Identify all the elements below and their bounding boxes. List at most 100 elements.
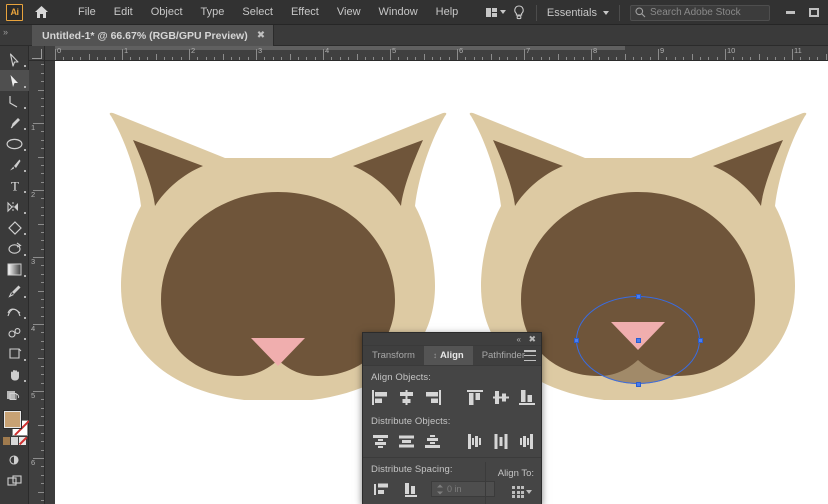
artboard-tool[interactable]	[0, 343, 29, 364]
ruler-subtick	[41, 441, 44, 443]
vertical-ruler[interactable]: 1234567	[29, 61, 45, 504]
lightbulb-icon[interactable]	[506, 0, 532, 25]
align-right-edges-button[interactable]	[421, 387, 444, 407]
document-tab-bar: » Untitled-1* @ 66.67% (RGB/GPU Preview)…	[0, 25, 828, 46]
ruler-subtick	[331, 57, 333, 60]
workspace-switcher[interactable]: Essentials	[541, 4, 615, 22]
search-input[interactable]: Search Adobe Stock	[630, 4, 770, 21]
panel-expand-icon[interactable]: »	[3, 27, 8, 37]
ruler-subtick	[41, 231, 44, 233]
paintbrush-tool[interactable]	[0, 154, 29, 175]
ruler-subtick	[306, 57, 308, 60]
align-vertical-center-button[interactable]	[489, 387, 512, 407]
ruler-label: 8	[593, 46, 598, 55]
menu-item-object[interactable]: Object	[142, 2, 192, 22]
distribute-vertical-bottom-button[interactable]	[421, 431, 444, 451]
close-icon[interactable]: ✖	[257, 30, 265, 41]
align-left-edges-button[interactable]	[369, 387, 392, 407]
ruler-label: 2	[191, 46, 196, 55]
distribute-vertical-center-button[interactable]	[395, 431, 418, 451]
tools-panel: T	[0, 46, 30, 504]
minimize-button[interactable]	[778, 4, 802, 22]
close-icon[interactable]: ✖	[528, 333, 536, 346]
screen-mode-toggle[interactable]	[0, 470, 29, 491]
ruler-subtick	[105, 57, 107, 60]
type-tool[interactable]: T	[0, 175, 29, 196]
illustrator-window: Ai File Edit Object Type Select Effect V…	[0, 0, 828, 504]
align-top-edges-button[interactable]	[463, 387, 486, 407]
tab-transform[interactable]: Transform	[363, 346, 424, 365]
ruler-subtick	[41, 198, 44, 200]
direct-selection-tool[interactable]	[0, 70, 29, 91]
ruler-subtick	[264, 57, 266, 60]
divider	[485, 462, 486, 504]
ruler-label: 11	[794, 46, 802, 55]
align-horizontal-center-button[interactable]	[395, 387, 418, 407]
eyedropper-tool[interactable]	[0, 280, 29, 301]
restore-button[interactable]	[802, 4, 826, 22]
ruler-subtick	[247, 57, 249, 60]
align-to-button[interactable]	[512, 486, 532, 498]
menu-item-effect[interactable]: Effect	[282, 2, 328, 22]
ruler-subtick	[41, 97, 44, 99]
distribute-horizontal-right-button[interactable]	[515, 431, 538, 451]
blend-tool[interactable]	[0, 301, 29, 322]
ruler-label: 1	[124, 46, 129, 55]
menu-item-select[interactable]: Select	[233, 2, 282, 22]
collapse-icon[interactable]: «	[517, 334, 522, 345]
ruler-subtick	[41, 466, 44, 468]
ruler-subtick	[41, 72, 44, 74]
panel-menu-icon[interactable]	[524, 350, 536, 361]
rotate-view-tool[interactable]	[0, 238, 29, 259]
ellipse-tool[interactable]	[0, 133, 29, 154]
ruler-subtick	[281, 57, 283, 60]
menu-item-view[interactable]: View	[328, 2, 370, 22]
drawing-mode-tool[interactable]	[0, 449, 29, 470]
pen-tool[interactable]	[0, 112, 29, 133]
panel-title-bar[interactable]: « ✖	[363, 333, 541, 346]
ruler-subtick	[41, 382, 44, 384]
gradient-tool[interactable]	[0, 259, 29, 280]
ruler-subtick	[88, 54, 90, 60]
distribute-horizontal-left-button[interactable]	[463, 431, 486, 451]
edit-toolbar-button[interactable]: •••	[0, 496, 29, 504]
selection-tool[interactable]	[0, 49, 29, 70]
distribute-horizontal-center-button[interactable]	[489, 431, 512, 451]
tab-pathfinder-label: Pathfinder	[481, 350, 525, 361]
ruler-subtick	[96, 57, 98, 60]
distribute-vertical-top-button[interactable]	[369, 431, 392, 451]
horizontal-ruler[interactable]: 0 1 2 3 4 5 6 7 8 9 10 11	[45, 46, 828, 61]
menu-item-file[interactable]: File	[69, 2, 105, 22]
ruler-origin-corner[interactable]	[29, 46, 45, 61]
ruler-subtick	[222, 54, 224, 60]
home-icon[interactable]	[29, 0, 53, 25]
align-panel[interactable]: « ✖ Transform ↕ Align Pathfinder Align O…	[362, 332, 542, 504]
ruler-subtick	[683, 57, 685, 60]
panel-tabs: Transform ↕ Align Pathfinder	[363, 346, 541, 366]
magic-wand-tool[interactable]	[0, 91, 29, 112]
menu-bar: Ai File Edit Object Type Select Effect V…	[0, 0, 828, 25]
ruler-subtick	[406, 57, 408, 60]
gradient-swatch[interactable]	[11, 437, 18, 445]
tab-align[interactable]: ↕ Align	[423, 346, 473, 365]
symbol-sprayer-tool[interactable]	[0, 322, 29, 343]
align-bottom-edges-button[interactable]	[515, 387, 538, 407]
fill-swatch[interactable]	[4, 411, 21, 428]
distribute-vertical-spacing-button[interactable]	[369, 479, 395, 499]
screen-mode-tool[interactable]	[0, 385, 29, 406]
document-tab[interactable]: Untitled-1* @ 66.67% (RGB/GPU Preview) ✖	[32, 25, 275, 46]
color-swatch[interactable]	[3, 437, 10, 445]
reflect-tool[interactable]	[0, 196, 29, 217]
none-swatch[interactable]	[19, 437, 26, 445]
align-objects-buttons	[363, 383, 541, 407]
menu-item-edit[interactable]: Edit	[105, 2, 142, 22]
ruler-subtick	[465, 57, 467, 60]
menu-item-help[interactable]: Help	[427, 2, 468, 22]
menu-item-type[interactable]: Type	[192, 2, 234, 22]
ruler-label: 10	[727, 46, 736, 55]
menu-item-window[interactable]: Window	[370, 2, 427, 22]
distribute-horizontal-spacing-button[interactable]	[398, 479, 424, 499]
ruler-subtick	[515, 57, 517, 60]
shape-builder-tool[interactable]	[0, 217, 29, 238]
hand-tool[interactable]	[0, 364, 29, 385]
